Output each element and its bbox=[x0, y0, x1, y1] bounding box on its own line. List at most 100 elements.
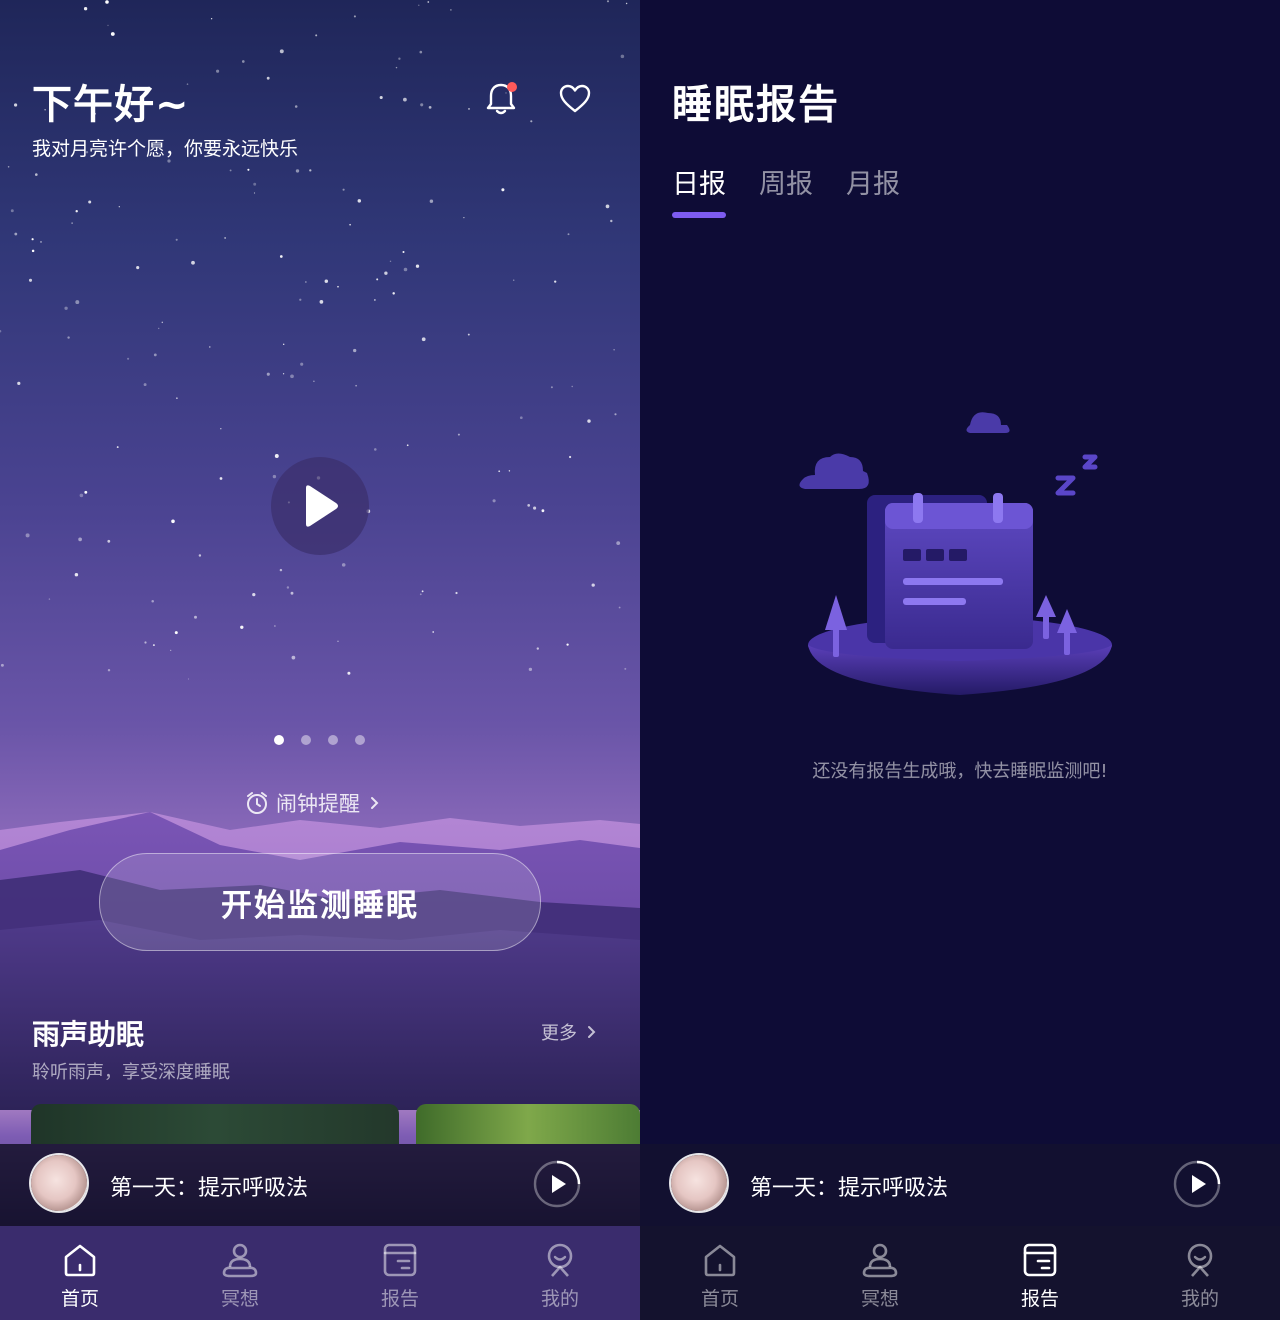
favorite-button[interactable] bbox=[553, 77, 597, 121]
home-screen: 下午好~ 我对月亮许个愿，你要永远快乐 闹钟提醒 开始监测睡眠 雨声助眠 聆听雨… bbox=[0, 0, 640, 1320]
carousel-dot[interactable] bbox=[328, 735, 338, 745]
carousel-dot[interactable] bbox=[355, 735, 365, 745]
star bbox=[376, 278, 379, 281]
star bbox=[240, 625, 244, 629]
star bbox=[587, 419, 591, 423]
star bbox=[618, 606, 621, 609]
carousel-dot[interactable] bbox=[301, 735, 311, 745]
star bbox=[107, 668, 111, 672]
star bbox=[468, 108, 470, 110]
star bbox=[31, 249, 35, 253]
star bbox=[305, 281, 307, 283]
tab-meditation[interactable]: 冥想 bbox=[160, 1226, 320, 1320]
star bbox=[31, 238, 34, 241]
star bbox=[379, 95, 383, 100]
tab-profile[interactable]: 我的 bbox=[480, 1226, 640, 1320]
empty-state-message: 还没有报告生成哦，快去睡眠监测吧! bbox=[812, 761, 1108, 782]
star bbox=[357, 199, 362, 203]
star bbox=[541, 509, 545, 513]
profile-icon bbox=[1187, 1243, 1213, 1277]
play-sound-button[interactable] bbox=[271, 457, 369, 555]
tab-report-period[interactable]: 周报 bbox=[759, 162, 813, 201]
star bbox=[174, 631, 178, 635]
star bbox=[427, 1, 430, 3]
star bbox=[467, 333, 470, 336]
star bbox=[14, 103, 18, 107]
star bbox=[290, 374, 294, 379]
star bbox=[67, 336, 70, 339]
star bbox=[210, 18, 213, 20]
star bbox=[501, 188, 505, 192]
home-icon bbox=[64, 1244, 96, 1277]
more-link[interactable]: 更多 bbox=[541, 1019, 599, 1045]
star bbox=[392, 292, 395, 295]
rain-sound-card[interactable] bbox=[416, 1104, 640, 1144]
greeting-title: 下午好~ bbox=[32, 82, 190, 128]
star bbox=[498, 470, 501, 473]
star bbox=[324, 279, 329, 283]
star bbox=[75, 300, 80, 305]
star bbox=[282, 373, 285, 375]
carousel-dot[interactable] bbox=[274, 735, 284, 745]
star bbox=[152, 644, 155, 647]
more-label: 更多 bbox=[541, 1023, 577, 1044]
report-screen: 睡眠报告 日报 周报 月报 还没有报告生成哦，快去睡眠监测吧! 第一天：提示呼吸… bbox=[640, 0, 1280, 1320]
mini-player[interactable]: 第一天：提示呼吸法 bbox=[640, 1144, 1280, 1226]
report-icon bbox=[1023, 1243, 1057, 1277]
star bbox=[610, 219, 613, 223]
greeting-subtitle: 我对月亮许个愿，你要永远快乐 bbox=[32, 138, 299, 160]
star bbox=[107, 24, 109, 27]
star bbox=[105, 0, 109, 4]
star bbox=[216, 69, 220, 73]
tab-report[interactable]: 报告 bbox=[960, 1226, 1120, 1320]
star bbox=[421, 337, 426, 342]
profile-icon bbox=[547, 1243, 573, 1277]
alarm-reminder-link[interactable]: 闹钟提醒 bbox=[244, 788, 382, 818]
play-circle-icon[interactable] bbox=[533, 1160, 581, 1208]
report-period-tabs: 日报 周报 月报 bbox=[672, 162, 900, 218]
star bbox=[35, 173, 38, 176]
star bbox=[625, 2, 628, 5]
star bbox=[247, 168, 250, 171]
star bbox=[153, 353, 157, 357]
star bbox=[337, 285, 339, 288]
tab-report[interactable]: 报告 bbox=[320, 1226, 480, 1320]
star bbox=[566, 643, 569, 646]
star bbox=[353, 15, 356, 18]
star bbox=[315, 34, 318, 37]
rain-sound-card[interactable] bbox=[31, 1104, 399, 1144]
star bbox=[187, 678, 190, 680]
mini-player[interactable]: 第一天：提示呼吸法 bbox=[0, 1144, 640, 1226]
track-title: 第一天：提示呼吸法 bbox=[110, 1176, 309, 1201]
star bbox=[272, 474, 277, 479]
star bbox=[403, 267, 408, 272]
tab-home[interactable]: 首页 bbox=[640, 1226, 800, 1320]
tab-profile[interactable]: 我的 bbox=[1120, 1226, 1280, 1320]
star bbox=[158, 327, 160, 330]
home-icon bbox=[704, 1244, 736, 1277]
star bbox=[175, 238, 178, 241]
star bbox=[7, 166, 10, 168]
tab-home[interactable]: 首页 bbox=[0, 1226, 160, 1320]
notification-button[interactable] bbox=[479, 77, 523, 121]
star bbox=[341, 563, 346, 567]
star bbox=[567, 233, 570, 236]
play-circle-icon[interactable] bbox=[1173, 1160, 1221, 1208]
star bbox=[71, 222, 73, 224]
star bbox=[219, 477, 223, 480]
star bbox=[419, 50, 423, 54]
star bbox=[83, 7, 88, 11]
track-cover bbox=[671, 1155, 727, 1211]
star bbox=[300, 362, 304, 366]
tab-meditation[interactable]: 冥想 bbox=[800, 1226, 960, 1320]
tab-report-period[interactable]: 月报 bbox=[846, 162, 900, 201]
start-sleep-monitor-button[interactable]: 开始监测睡眠 bbox=[99, 853, 541, 951]
star bbox=[279, 255, 283, 258]
star bbox=[78, 537, 82, 542]
star bbox=[170, 649, 172, 652]
tab-report-period[interactable]: 日报 bbox=[672, 162, 726, 218]
star bbox=[107, 539, 111, 543]
star bbox=[253, 182, 257, 186]
star bbox=[530, 120, 533, 123]
star bbox=[191, 260, 195, 265]
